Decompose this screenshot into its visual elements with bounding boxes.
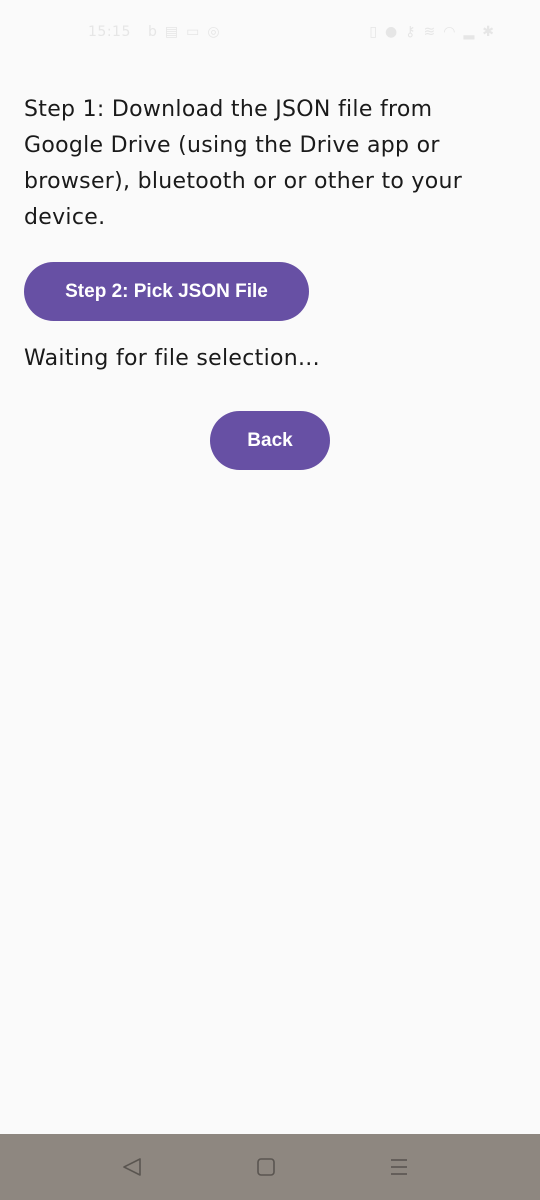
status-text: Waiting for file selection...	[24, 346, 320, 371]
sim-icon: ▤	[164, 24, 179, 40]
person-icon: ●	[385, 24, 398, 40]
key-icon: ⚷	[405, 24, 416, 40]
screen: 15:15 b ▤ ▭ ◎ ▯ ● ⚷ ≋ ◠ ▂ ✱ Step 1: Down…	[0, 0, 540, 1200]
vibrate-icon: ≋	[423, 24, 436, 40]
chat-icon: ▭	[186, 24, 200, 40]
recents-menu-icon	[391, 1159, 407, 1175]
wifi-icon: ◠	[443, 24, 456, 40]
status-icons-right: ▯ ● ⚷ ≋ ◠ ▂ ✱	[369, 24, 494, 40]
home-square-icon	[257, 1158, 275, 1176]
nav-home-button[interactable]	[253, 1154, 279, 1180]
navigation-bar	[0, 1134, 540, 1200]
back-button[interactable]: Back	[210, 411, 330, 470]
nav-back-button[interactable]	[119, 1154, 145, 1180]
pick-json-file-button[interactable]: Step 2: Pick JSON File	[24, 262, 309, 321]
status-bar: 15:15 b ▤ ▭ ◎ ▯ ● ⚷ ≋ ◠ ▂ ✱	[0, 20, 540, 50]
nav-recents-button[interactable]	[386, 1154, 412, 1180]
step1-instruction: Step 1: Download the JSON file from Goog…	[24, 97, 463, 230]
back-triangle-icon	[123, 1158, 141, 1176]
battery-icon: ▯	[369, 24, 378, 40]
signal-icon: ▂	[463, 24, 475, 40]
status-time: 15:15	[88, 24, 131, 40]
circle-icon: ◎	[207, 24, 220, 40]
b-icon: b	[148, 24, 157, 40]
bluetooth-icon: ✱	[482, 24, 494, 40]
instructions-container: Step 1: Download the JSON file from Goog…	[24, 92, 494, 236]
status-icons-left: b ▤ ▭ ◎	[148, 24, 220, 40]
